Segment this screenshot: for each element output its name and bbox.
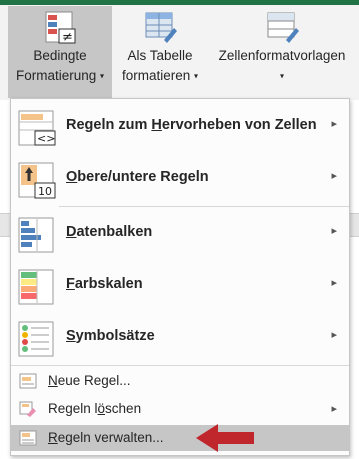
menu-item-clear-rules[interactable]: Regeln löschen ▸ bbox=[11, 396, 349, 422]
menu-item-label: Neue Regel... bbox=[48, 373, 131, 388]
menu-item-highlight-cells-rules[interactable]: <> Regeln zum Hervorheben von Zellen ▸ bbox=[11, 101, 349, 153]
menu-item-label: Datenbalken bbox=[66, 224, 153, 240]
cell-styles-icon bbox=[267, 12, 299, 43]
red-arrow-icon bbox=[196, 424, 254, 452]
menu-item-label: Regeln löschen bbox=[48, 401, 142, 416]
chevron-down-icon: ▾ bbox=[194, 71, 199, 81]
format-as-table-icon bbox=[145, 12, 177, 43]
new-rule-icon bbox=[19, 373, 37, 389]
svg-text:≠: ≠ bbox=[62, 30, 73, 44]
menu-item-icon-sets[interactable]: Symbolsätze ▸ bbox=[11, 312, 349, 364]
svg-text:<>: <> bbox=[37, 132, 55, 145]
menu-item-label: Farbskalen bbox=[66, 276, 143, 292]
format-as-table-button[interactable]: Als Tabelle formatieren ▾ bbox=[114, 6, 206, 86]
menu-item-manage-rules[interactable]: Regeln verwalten... bbox=[11, 425, 349, 451]
conditional-formatting-button[interactable]: ≠ Bedingte Formatierung ▾ bbox=[8, 6, 112, 98]
conditional-formatting-menu: <> Regeln zum Hervorheben von Zellen ▸ 1… bbox=[10, 98, 350, 456]
data-bars-icon bbox=[18, 217, 54, 253]
cell-styles-button[interactable]: Zellenformatvorlagen ▾ bbox=[208, 6, 356, 86]
conditional-formatting-label-2: Formatierung ▾ bbox=[15, 68, 105, 83]
cell-styles-label: Zellenformatvorlagen bbox=[218, 48, 346, 63]
menu-item-label: Obere/untere Regeln bbox=[66, 169, 209, 185]
menu-item-label: Symbolsätze bbox=[66, 328, 155, 344]
highlight-cells-icon: <> bbox=[18, 110, 56, 146]
cell-styles-caret: ▾ bbox=[208, 66, 356, 86]
chevron-down-icon: ▾ bbox=[100, 71, 105, 81]
format-as-table-label-1: Als Tabelle bbox=[127, 48, 193, 63]
menu-separator bbox=[11, 365, 349, 366]
menu-item-top-bottom-rules[interactable]: 10 Obere/untere Regeln ▸ bbox=[11, 153, 349, 205]
menu-item-new-rule[interactable]: Neue Regel... bbox=[11, 368, 349, 394]
top-bottom-rules-icon: 10 bbox=[18, 162, 56, 199]
ribbon-accent-bar bbox=[0, 0, 359, 5]
conditional-formatting-label-1: Bedingte bbox=[33, 48, 87, 63]
submenu-arrow-icon: ▸ bbox=[331, 170, 337, 182]
submenu-arrow-icon: ▸ bbox=[331, 225, 337, 237]
submenu-arrow-icon: ▸ bbox=[331, 403, 337, 415]
manage-rules-icon bbox=[19, 430, 37, 446]
chevron-down-icon: ▾ bbox=[279, 71, 284, 81]
icon-sets-icon bbox=[18, 321, 54, 357]
format-as-table-label-2: formatieren ▾ bbox=[121, 68, 199, 83]
submenu-arrow-icon: ▸ bbox=[331, 118, 337, 130]
menu-item-label: Regeln zum Hervorheben von Zellen bbox=[66, 117, 317, 133]
svg-text:10: 10 bbox=[38, 185, 52, 198]
submenu-arrow-icon: ▸ bbox=[331, 329, 337, 341]
conditional-formatting-icon: ≠ bbox=[45, 11, 76, 44]
clear-rules-icon bbox=[19, 401, 36, 417]
menu-item-data-bars[interactable]: Datenbalken ▸ bbox=[11, 208, 349, 260]
menu-separator bbox=[59, 206, 349, 207]
submenu-arrow-icon: ▸ bbox=[331, 277, 337, 289]
color-scales-icon bbox=[18, 269, 54, 305]
menu-item-color-scales[interactable]: Farbskalen ▸ bbox=[11, 260, 349, 312]
ribbon: ≠ Bedingte Formatierung ▾ Als Tabelle fo… bbox=[0, 0, 359, 100]
menu-item-label: Regeln verwalten... bbox=[48, 430, 164, 445]
